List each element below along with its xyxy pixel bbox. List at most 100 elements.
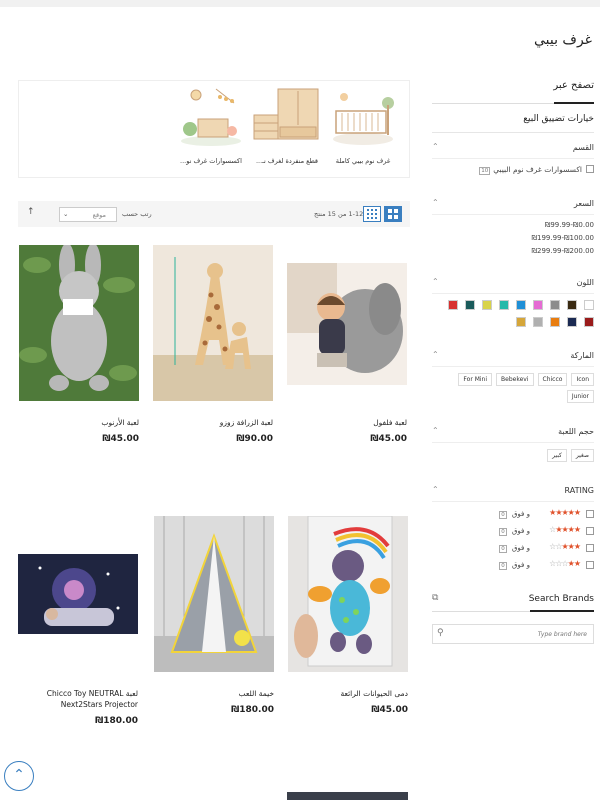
sort-select[interactable]: موقع ⌄: [59, 207, 117, 222]
wardrobe-image: [252, 85, 322, 149]
brand-chip[interactable]: For Mini: [458, 373, 493, 386]
filter-size-header[interactable]: حجم اللعبة ⌃: [432, 421, 594, 443]
product-image[interactable]: [287, 245, 407, 401]
product-name[interactable]: لعبة الزرافة زوزو: [153, 417, 273, 428]
subcategory-item[interactable]: غرف نوم بيبي كاملة: [325, 85, 401, 175]
sidebar: تصفح عبر خيارات تضييق البيع القسم ⌃ اكسسو…: [432, 74, 594, 644]
rating-label: و فوق 0: [499, 510, 530, 519]
price-value: ₪45.00: [370, 434, 407, 444]
filter-count: 10: [479, 167, 491, 175]
list-view-button[interactable]: [363, 206, 381, 222]
product-card[interactable]: لعبة الأرنوب ₪45.00: [19, 245, 139, 444]
scroll-to-top-button[interactable]: ⌃: [4, 761, 34, 791]
color-swatch[interactable]: [550, 300, 560, 310]
browse-by-header: تصفح عبر: [432, 74, 594, 104]
color-swatch[interactable]: [499, 300, 509, 310]
color-swatch[interactable]: [465, 300, 475, 310]
rating-count: 0: [499, 545, 507, 553]
color-swatch[interactable]: [567, 317, 577, 327]
color-swatch[interactable]: [533, 300, 543, 310]
color-swatch[interactable]: [516, 317, 526, 327]
external-link-icon[interactable]: ⧉: [432, 593, 438, 603]
price-range-label: ₪0.00-₪99.99: [544, 221, 594, 229]
arrow-up-icon: ⌃: [13, 767, 25, 783]
color-swatch[interactable]: [567, 300, 577, 310]
search-icon[interactable]: ⚲: [437, 628, 444, 638]
price-value: ₪180.00: [231, 705, 274, 715]
price-value: ₪45.00: [102, 434, 139, 444]
filter-option-price[interactable]: ₪100.00-₪199.99: [432, 232, 595, 245]
filter-category-title: القسم: [572, 143, 594, 152]
brand-chip[interactable]: Icon: [571, 373, 594, 386]
color-swatch[interactable]: [516, 300, 526, 310]
size-chip[interactable]: صغير: [570, 449, 594, 462]
size-chip[interactable]: كبير: [547, 449, 567, 462]
rating-filter-row[interactable]: ★★☆☆☆ و فوق 0: [432, 557, 594, 574]
product-card[interactable]: دمى الحيوانات الرائعة ₪45.00: [288, 516, 408, 715]
rating-label: و فوق 0: [499, 527, 530, 536]
filter-price-header[interactable]: السعر ⌃: [432, 193, 594, 215]
color-swatch[interactable]: [533, 317, 543, 327]
price-value: ₪45.00: [371, 705, 408, 715]
subcategory-item[interactable]: قطع منفردة لغرف نـ...: [249, 85, 325, 175]
brand-search-input[interactable]: [451, 625, 591, 643]
filter-brand-header[interactable]: الماركة ⌃: [432, 345, 594, 367]
product-image[interactable]: [288, 516, 408, 672]
grid-view-button[interactable]: [384, 206, 402, 222]
color-swatch[interactable]: [448, 300, 458, 310]
product-image[interactable]: [154, 516, 274, 672]
sort-direction-icon[interactable]: ↑: [27, 207, 35, 217]
product-card[interactable]: خيمة اللعب ₪180.00: [154, 516, 274, 715]
dense-grid-icon: [367, 209, 377, 219]
product-name[interactable]: لعبة فلفول: [287, 417, 407, 428]
product-name[interactable]: لعبة الأرنوب: [19, 417, 139, 428]
price-range-label: ₪100.00-₪199.99: [531, 234, 595, 242]
color-swatch[interactable]: [482, 300, 492, 310]
filter-color-title: اللون: [576, 278, 594, 287]
rating-filter-row[interactable]: ★★★★★ و فوق 0: [432, 506, 594, 523]
listing-toolbar: 1-12 من 15 منتج رتب حسب موقع ⌄ ↑: [18, 201, 410, 227]
product-name[interactable]: خيمة اللعب: [154, 688, 274, 699]
product-name[interactable]: لعبة Chicco Toy NEUTRAL Next2Stars Proje…: [18, 688, 138, 710]
checkbox[interactable]: [586, 561, 594, 569]
search-brands-header: Search Brands ⧉: [432, 588, 594, 612]
filter-option-label: اكسسوارات غرف نوم البيبي: [493, 165, 582, 174]
brand-chip[interactable]: Junior: [566, 390, 594, 403]
product-price: ₪180.00: [18, 716, 138, 726]
color-swatches: [434, 294, 594, 331]
filter-option-price[interactable]: ₪200.00-₪299.99: [432, 245, 595, 258]
rating-filter-row[interactable]: ★★★☆☆ و فوق 0: [432, 540, 594, 557]
subcategory-label: اكسسوارات غرف نو...: [180, 157, 242, 165]
rating-and-up: و فوق: [512, 510, 530, 518]
product-card[interactable]: لعبة الزرافة زوزو ₪90.00: [153, 245, 273, 444]
subcategory-label: غرف نوم بيبي كاملة: [335, 157, 391, 165]
filter-rating-header[interactable]: RATING ⌃: [432, 480, 594, 502]
filter-rating-title: RATING: [564, 486, 594, 495]
color-swatch[interactable]: [584, 317, 594, 327]
rating-count: 0: [499, 528, 507, 536]
product-image[interactable]: [19, 245, 139, 401]
subcategory-label: قطع منفردة لغرف نـ...: [255, 157, 319, 165]
product-image-partial[interactable]: [287, 792, 408, 800]
checkbox[interactable]: [586, 510, 594, 518]
product-card[interactable]: لعبة فلفول ₪45.00: [287, 245, 407, 444]
star-rating-icon: ★★☆☆☆: [549, 559, 581, 568]
filter-category-header[interactable]: القسم ⌃: [432, 137, 594, 159]
brand-chip[interactable]: Bebekevi: [496, 373, 534, 386]
subcategory-item[interactable]: اكسسوارات غرف نو...: [173, 85, 249, 175]
rating-filter-row[interactable]: ★★★★☆ و فوق 0: [432, 523, 594, 540]
checkbox[interactable]: [586, 544, 594, 552]
brand-chip[interactable]: Chicco: [537, 373, 568, 386]
checkbox[interactable]: [586, 165, 594, 173]
color-swatch[interactable]: [584, 300, 594, 310]
product-name[interactable]: دمى الحيوانات الرائعة: [288, 688, 408, 699]
filter-color-header[interactable]: اللون ⌃: [432, 272, 594, 294]
filter-option-category[interactable]: اكسسوارات غرف نوم البيبي10: [432, 159, 594, 179]
product-image[interactable]: [153, 245, 273, 401]
filter-option-price[interactable]: ₪0.00-₪99.99: [432, 219, 594, 232]
checkbox[interactable]: [586, 527, 594, 535]
product-image[interactable]: [18, 516, 138, 672]
product-card[interactable]: لعبة Chicco Toy NEUTRAL Next2Stars Proje…: [18, 516, 138, 726]
price-range-label: ₪200.00-₪299.99: [531, 247, 595, 255]
color-swatch[interactable]: [550, 317, 560, 327]
